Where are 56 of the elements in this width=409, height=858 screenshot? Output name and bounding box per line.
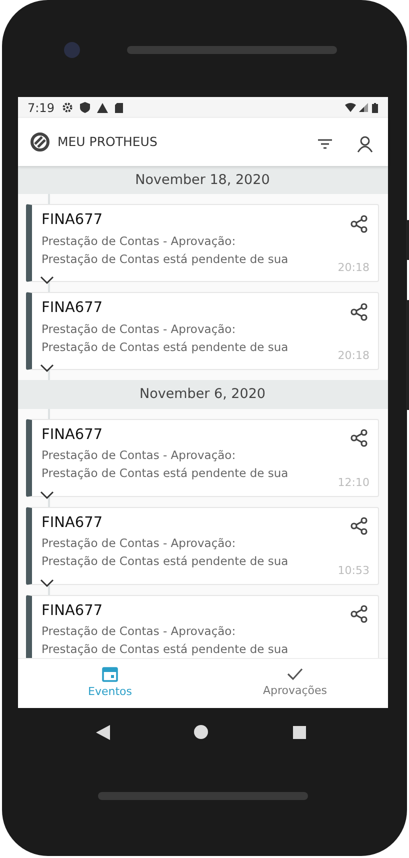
event-description: Prestação de Contas está pendente de sua	[42, 553, 288, 570]
warning-icon	[97, 102, 108, 112]
event-description: Prestação de Contas está pendente de sua	[42, 641, 288, 658]
event-title: FINA677	[42, 514, 103, 532]
calendar-icon	[102, 666, 118, 682]
event-description: Prestação de Contas - Aprovação:	[42, 535, 236, 552]
event-time: 20:18	[338, 348, 370, 364]
event-card[interactable]: FINA677 Prestação de Contas - Aprovação: Prestação de Contas está pendente de sua 20:18	[26, 292, 378, 370]
check-icon	[287, 667, 303, 682]
event-card[interactable]: FINA677 Prestação de Contas - Aprovação: Prestação de Contas está pendente de sua 20:18	[26, 204, 378, 282]
nav-tab[interactable]: Aprovações	[202, 659, 388, 708]
event-time: 20:18	[338, 260, 370, 276]
event-title: FINA677	[42, 299, 103, 318]
back-icon[interactable]	[96, 724, 110, 740]
battery-icon	[372, 102, 378, 112]
filter-icon	[318, 138, 332, 149]
event-card[interactable]: FINA677 Prestação de Contas - Aprovação: Prestação de Contas está pendente de sua 10:53	[26, 506, 378, 584]
share-icon	[350, 302, 368, 321]
event-description: Prestação de Contas - Aprovação:	[42, 447, 236, 464]
event-title: FINA677	[42, 602, 103, 620]
event-description: Prestação de Contas está pendente de sua	[42, 251, 288, 268]
speaker-icon	[127, 46, 337, 54]
event-description: Prestação de Contas - Aprovação:	[42, 233, 236, 250]
status-time: 7:19	[28, 100, 54, 116]
event-card[interactable]: FINA677 Prestação de Contas - Aprovação: Prestação de Contas está pendente de sua 12:10	[26, 418, 378, 496]
event-card[interactable]: FINA677 Prestação de Contas - Aprovação: Prestação de Contas está pendente de sua	[26, 594, 378, 658]
chevron-down-icon	[40, 490, 54, 500]
event-description: Prestação de Contas está pendente de sua	[42, 339, 288, 356]
speaker-icon	[98, 792, 308, 800]
event-time: 12:10	[338, 474, 370, 490]
home-icon[interactable]	[194, 725, 208, 739]
signal-icon	[358, 103, 368, 112]
app-title: MEU PROTHEUS	[58, 132, 158, 151]
event-description: Prestação de Contas - Aprovação:	[42, 321, 236, 338]
chevron-down-icon	[40, 578, 54, 588]
event-description: Prestação de Contas está pendente de sua	[42, 465, 288, 482]
person-icon	[356, 134, 374, 153]
recents-icon[interactable]	[292, 726, 306, 738]
chevron-down-icon	[40, 364, 54, 374]
share-icon	[350, 517, 368, 536]
shield-icon	[80, 102, 90, 113]
share-icon	[350, 429, 368, 448]
event-title: FINA677	[42, 426, 103, 444]
event-title: FINA677	[42, 211, 103, 230]
share-icon	[350, 605, 368, 624]
date-header: November 6, 2020	[18, 380, 388, 408]
sd-card-icon	[115, 102, 124, 112]
chevron-down-icon	[40, 276, 54, 286]
camera-icon	[64, 42, 80, 58]
date-header: November 18, 2020	[18, 166, 388, 194]
event-description: Prestação de Contas - Aprovação:	[42, 623, 236, 640]
logo-icon	[30, 132, 50, 152]
share-icon	[350, 214, 368, 233]
gear-icon	[62, 102, 74, 113]
wifi-icon	[344, 103, 356, 112]
event-time: 10:53	[338, 562, 370, 578]
